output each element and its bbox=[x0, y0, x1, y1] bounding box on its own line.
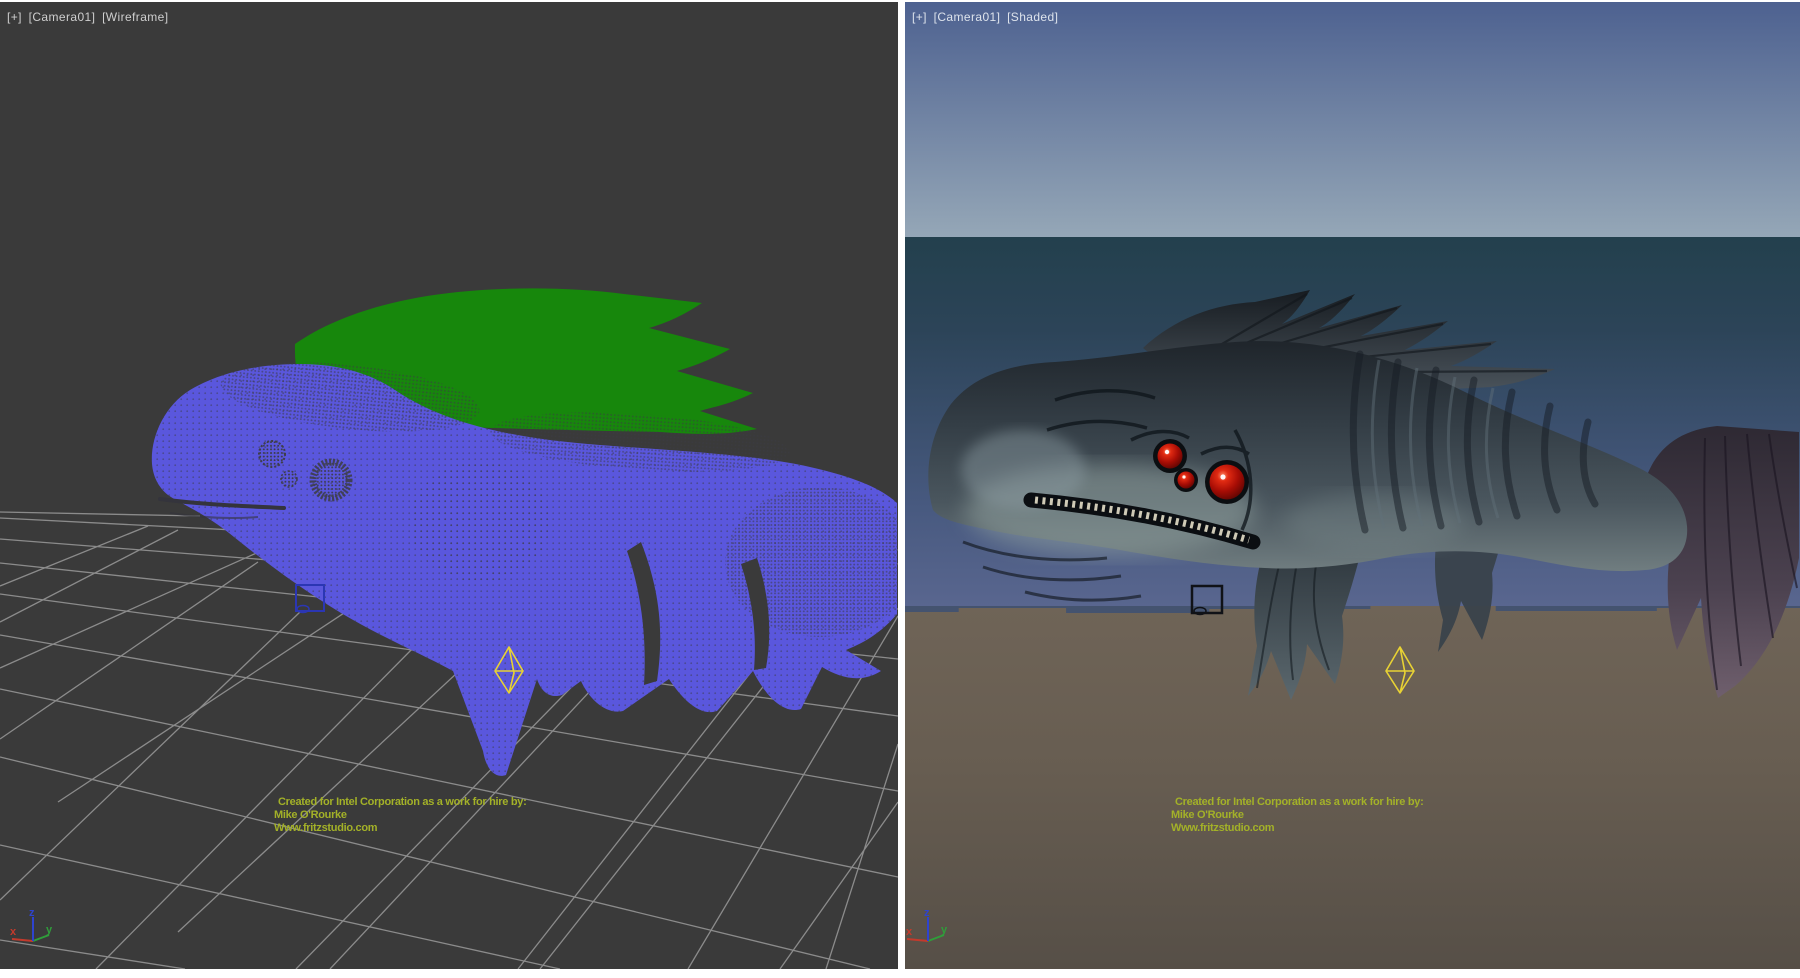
credit-text-left: Created for Intel Corporation as a work … bbox=[274, 796, 526, 835]
world-axis-tripod: x y z bbox=[905, 905, 963, 957]
viewport-label-right: [+] [Camera01] [Shaded] bbox=[912, 10, 1061, 24]
dual-viewport-stage: [+] [Camera01] [Wireframe] Created for I… bbox=[0, 0, 1800, 978]
viewport-camera-menu[interactable]: [Camera01] bbox=[29, 10, 96, 24]
axis-y-label: y bbox=[46, 924, 53, 936]
axis-y-label: y bbox=[941, 924, 948, 936]
axis-x-label: x bbox=[906, 926, 913, 938]
world-axis-tripod: x y z bbox=[6, 905, 64, 957]
axis-z-label: z bbox=[924, 907, 930, 919]
fish-model-wireframe[interactable] bbox=[152, 288, 898, 775]
credit-text-right: Created for Intel Corporation as a work … bbox=[1171, 796, 1423, 835]
helper-box-shaded[interactable] bbox=[1192, 586, 1222, 615]
viewport-shaded[interactable]: [+] [Camera01] [Shaded] Created for Inte… bbox=[905, 2, 1800, 969]
viewport-camera-menu[interactable]: [Camera01] bbox=[934, 10, 1001, 24]
viewport-shading-menu[interactable]: [Shaded] bbox=[1007, 10, 1058, 24]
viewport-general-menu[interactable]: [+] bbox=[912, 10, 927, 24]
viewport-wireframe[interactable]: [+] [Camera01] [Wireframe] Created for I… bbox=[0, 2, 898, 969]
axis-z-label: z bbox=[29, 907, 35, 919]
viewport-label-left: [+] [Camera01] [Wireframe] bbox=[7, 10, 171, 24]
viewport-general-menu[interactable]: [+] bbox=[7, 10, 22, 24]
fish-model-shaded[interactable] bbox=[928, 290, 1799, 700]
viewport-shading-menu[interactable]: [Wireframe] bbox=[102, 10, 168, 24]
helper-octahedron-shaded[interactable] bbox=[1386, 647, 1414, 693]
axis-x-label: x bbox=[10, 926, 17, 938]
